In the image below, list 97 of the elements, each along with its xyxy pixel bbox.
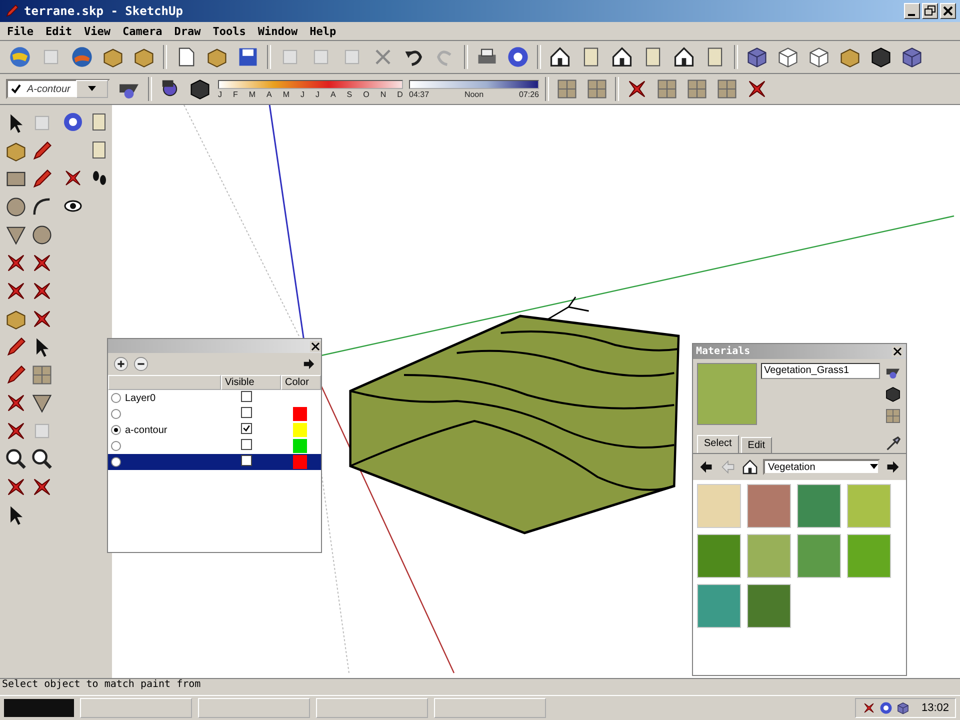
month-label: J bbox=[300, 90, 304, 98]
add-layer-icon[interactable] bbox=[112, 355, 130, 373]
app-icon bbox=[4, 3, 20, 19]
layer-row[interactable] bbox=[108, 454, 321, 470]
checkbox[interactable] bbox=[241, 407, 252, 418]
checkbox[interactable] bbox=[241, 391, 252, 402]
month-label: N bbox=[380, 90, 386, 98]
status-text: Select object to match paint from bbox=[2, 679, 201, 690]
close-icon[interactable] bbox=[310, 340, 321, 352]
menu-item[interactable]: View bbox=[83, 24, 112, 38]
material-swatch[interactable] bbox=[697, 484, 741, 528]
month-label: F bbox=[232, 90, 238, 98]
color-swatch[interactable] bbox=[293, 455, 307, 469]
start-button[interactable] bbox=[4, 699, 74, 717]
material-swatch[interactable] bbox=[747, 584, 791, 628]
radio-button[interactable] bbox=[111, 425, 121, 435]
layer-row[interactable]: Layer0 bbox=[108, 390, 321, 406]
material-preview bbox=[697, 363, 757, 425]
column-header[interactable]: Visible bbox=[221, 375, 281, 390]
cube-icon[interactable] bbox=[869, 45, 893, 69]
close-icon[interactable] bbox=[892, 346, 903, 357]
month-label: A bbox=[266, 90, 272, 98]
circle-icon[interactable] bbox=[4, 195, 28, 219]
material-swatch[interactable] bbox=[747, 484, 791, 528]
layer-row[interactable]: a-contour bbox=[108, 422, 321, 438]
month-label: M bbox=[282, 90, 290, 98]
material-swatch[interactable] bbox=[847, 534, 891, 578]
remove-layer-icon[interactable] bbox=[132, 355, 150, 373]
cube-icon[interactable] bbox=[807, 45, 831, 69]
column-header[interactable]: Color bbox=[281, 375, 321, 390]
time-label: 04:37 bbox=[409, 90, 430, 98]
radio-button[interactable] bbox=[111, 409, 121, 419]
month-label: D bbox=[397, 90, 403, 98]
checkbox[interactable] bbox=[241, 455, 252, 466]
material-swatch[interactable] bbox=[697, 584, 741, 628]
material-swatch[interactable] bbox=[797, 484, 841, 528]
house-icon[interactable] bbox=[672, 45, 696, 69]
radio-button[interactable] bbox=[111, 457, 121, 467]
material-swatch[interactable] bbox=[847, 484, 891, 528]
menu-item[interactable]: Edit bbox=[44, 24, 73, 38]
caret-icon bbox=[88, 86, 96, 92]
checkbox[interactable] bbox=[241, 439, 252, 450]
color-swatch[interactable] bbox=[293, 423, 307, 437]
tray-icon[interactable] bbox=[879, 701, 894, 715]
layer-name: a-contour bbox=[125, 424, 168, 436]
window-title: terrane.skp - SketchUp bbox=[24, 4, 184, 18]
cube-icon[interactable] bbox=[745, 45, 769, 69]
clock: 13:02 bbox=[921, 702, 949, 714]
month-label: S bbox=[346, 90, 352, 98]
tab[interactable]: Edit bbox=[740, 437, 772, 453]
cube-icon[interactable] bbox=[900, 45, 924, 69]
disc-icon[interactable] bbox=[506, 45, 530, 69]
menu-item[interactable]: Draw bbox=[173, 24, 202, 38]
month-label: O bbox=[363, 90, 370, 98]
month-label: M bbox=[248, 90, 256, 98]
color-swatch[interactable] bbox=[293, 439, 307, 453]
menu-item[interactable]: Window bbox=[256, 24, 299, 38]
time-slider-track[interactable] bbox=[409, 80, 539, 88]
caret-icon bbox=[870, 464, 878, 470]
restore-icon[interactable] bbox=[922, 3, 938, 19]
home-icon[interactable] bbox=[741, 458, 759, 476]
material-swatch[interactable] bbox=[697, 534, 741, 578]
collection-dropdown[interactable]: Vegetation bbox=[763, 459, 880, 475]
layer-dropdown[interactable]: A-contour bbox=[6, 79, 110, 99]
material-swatch[interactable] bbox=[797, 534, 841, 578]
minimize-icon[interactable] bbox=[904, 3, 920, 19]
globe-icon[interactable] bbox=[70, 45, 94, 69]
tray-icon[interactable] bbox=[862, 701, 876, 715]
date-slider-track[interactable] bbox=[218, 80, 403, 88]
menu-item[interactable]: Help bbox=[308, 24, 338, 38]
checkbox[interactable] bbox=[241, 423, 252, 434]
eyedropper-icon[interactable] bbox=[884, 435, 902, 453]
month-label: J bbox=[315, 90, 320, 98]
globe-icon[interactable] bbox=[8, 45, 32, 69]
month-label: A bbox=[330, 90, 336, 98]
radio-button[interactable] bbox=[111, 393, 121, 403]
month-label: J bbox=[218, 90, 222, 98]
radio-button[interactable] bbox=[111, 441, 121, 451]
menu-item[interactable]: Camera bbox=[122, 24, 164, 38]
layer-name: Layer0 bbox=[125, 392, 156, 404]
color-swatch[interactable] bbox=[293, 407, 307, 421]
time-label: 07:26 bbox=[518, 90, 539, 98]
house-icon[interactable] bbox=[548, 45, 572, 69]
cube-icon[interactable] bbox=[776, 45, 800, 69]
house-icon[interactable] bbox=[610, 45, 634, 69]
details-icon[interactable] bbox=[301, 356, 317, 372]
menu-item[interactable]: File bbox=[6, 24, 34, 38]
check-icon bbox=[11, 84, 21, 94]
tray-icon[interactable] bbox=[896, 701, 910, 715]
tab[interactable]: Select bbox=[697, 435, 739, 453]
zoom-icon[interactable] bbox=[4, 447, 28, 471]
panel-title: Materials bbox=[696, 346, 750, 357]
zoom-extents-icon[interactable] bbox=[30, 447, 54, 471]
material-name-field[interactable]: Vegetation_Grass1 bbox=[761, 363, 880, 379]
time-label: Noon bbox=[464, 90, 484, 98]
menu-item[interactable]: Tools bbox=[212, 24, 247, 38]
material-swatch[interactable] bbox=[747, 534, 791, 578]
